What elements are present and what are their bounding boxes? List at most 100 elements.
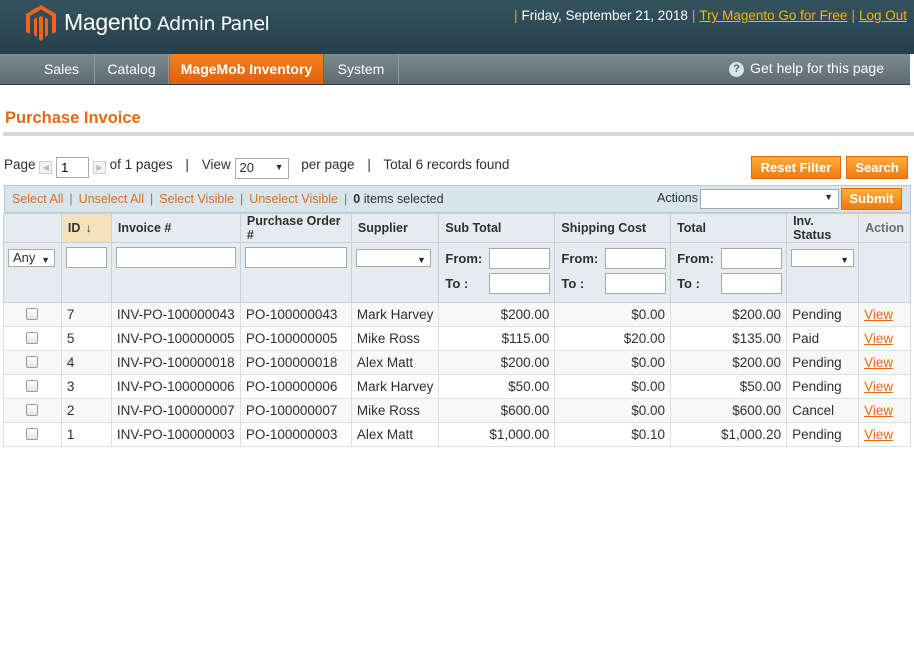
filter-row: Any From:To : From:To : From:To : [3,242,911,303]
massaction-bar: Select All | Unselect All | Select Visible | U… [4,185,911,213]
cell-invoice: INV-PO-100000003 [110,422,241,447]
column-header-supplier[interactable]: Supplier [350,213,440,243]
column-header-inv-status[interactable]: Inv. Status [786,213,860,243]
select-filter[interactable]: Any [8,249,55,268]
column-header-purchase-order[interactable]: Purchase Order # [239,213,352,243]
unselect-visible-link[interactable]: Unselect Visible [249,192,338,206]
row-checkbox[interactable] [26,308,39,320]
cell-id: 4 [60,350,112,375]
cell-invoice: INV-PO-100000007 [110,398,241,423]
row-checkbox[interactable] [26,356,39,368]
cell-id: 5 [60,326,112,351]
reset-filter-button[interactable]: Reset Filter [751,156,841,179]
table-row[interactable]: 7 INV-PO-100000043 PO-100000043 Mark Harvey… [3,302,911,327]
table-row[interactable]: 4 INV-PO-100000018 PO-100000018 Alex Matt $2… [3,350,911,375]
select-visible-link[interactable]: Select Visible [159,192,234,206]
row-checkbox[interactable] [26,380,39,392]
view-link[interactable]: View [864,331,893,346]
unselect-all-link[interactable]: Unselect All [79,192,144,206]
magento-logo-icon [26,5,56,41]
cell-select [3,374,62,399]
cell-shipping-cost: $0.00 [554,398,672,423]
search-button[interactable]: Search [846,156,908,179]
nav-item-system[interactable]: System [324,54,399,84]
cell-sub-total: $600.00 [438,398,556,423]
cell-shipping-cost: $0.00 [554,302,672,327]
column-header-id[interactable]: ID ↓ [60,213,112,243]
cell-invoice: INV-PO-100000005 [110,326,241,351]
column-header-action: Action [858,213,911,243]
per-page-select[interactable]: 20 [234,158,289,179]
view-link[interactable]: View [864,379,893,394]
cell-total: $200.00 [670,302,788,327]
shipping-cost-to-input[interactable] [605,273,667,294]
actions-select[interactable] [700,189,839,209]
cell-shipping-cost: $0.00 [554,350,672,375]
view-link[interactable]: View [864,403,893,418]
shipping-cost-from-input[interactable] [605,248,667,269]
table-row[interactable]: 1 INV-PO-100000003 PO-100000003 Alex Matt $1… [3,422,911,447]
view-link[interactable]: View [864,355,893,370]
page-number-input[interactable] [56,157,90,178]
header-links: | Friday, September 21, 2018 | Try Magento … [513,8,907,23]
view-link[interactable]: View [864,427,893,442]
cell-shipping-cost: $0.00 [554,374,672,399]
total-range-filter: From: To : [675,247,783,297]
view-link[interactable]: View [864,307,893,322]
cell-action: View [858,326,911,351]
cell-supplier: Alex Matt [350,350,440,375]
table-row[interactable]: 3 INV-PO-100000006 PO-100000006 Mark Harvey… [3,374,911,399]
sub-total-from-input[interactable] [489,248,551,269]
invoice-filter-input[interactable] [115,247,236,268]
select-all-link[interactable]: Select All [12,192,63,206]
cell-action: View [858,398,911,423]
cell-shipping-cost: $0.10 [554,422,672,447]
cell-status: Cancel [786,398,860,423]
table-row[interactable]: 5 INV-PO-100000005 PO-100000005 Mike Ross $1… [3,326,911,351]
brand-name: Magento [64,9,152,35]
cell-total: $200.00 [670,350,788,375]
nav-item-magemob-inventory[interactable]: MageMob Inventory [170,54,324,84]
table-row[interactable]: 2 INV-PO-100000007 PO-100000007 Mike Ross $6… [3,398,911,423]
cell-total: $600.00 [670,398,788,423]
sub-total-to-input[interactable] [489,273,551,294]
help-link[interactable]: ? Get help for this page [729,60,884,77]
cell-purchase-order: PO-100000006 [239,374,352,399]
nav-item-catalog[interactable]: Catalog [95,54,169,84]
cell-purchase-order: PO-100000043 [239,302,352,327]
cell-sub-total: $50.00 [438,374,556,399]
try-magento-link[interactable]: Try Magento Go for Free [699,8,847,23]
cell-sub-total: $115.00 [438,326,556,351]
cell-total: $50.00 [670,374,788,399]
status-filter-select[interactable] [791,249,855,268]
brand-title: Magento Admin Panel [64,9,270,36]
column-header-total[interactable]: Total [670,213,788,243]
cell-select [3,398,62,423]
row-checkbox[interactable] [26,332,39,344]
sub-total-range-filter: From: To : [443,247,551,297]
id-filter-input[interactable] [65,247,107,268]
cell-action: View [858,374,911,399]
row-checkbox[interactable] [26,404,39,416]
row-checkbox[interactable] [26,428,39,440]
column-header-sub-total[interactable]: Sub Total [438,213,556,243]
nav-item-sales[interactable]: Sales [29,54,95,84]
cell-supplier: Alex Matt [350,422,440,447]
total-from-input[interactable] [721,248,783,269]
column-header-invoice[interactable]: Invoice # [110,213,241,243]
column-header-shipping-cost[interactable]: Shipping Cost [554,213,672,243]
supplier-filter-select[interactable] [355,249,431,268]
previous-page-icon[interactable]: ◀ [39,161,53,174]
submit-button[interactable]: Submit [841,188,902,210]
logout-link[interactable]: Log Out [859,8,907,23]
cell-invoice: INV-PO-100000043 [110,302,241,327]
purchase-order-filter-input[interactable] [244,247,347,268]
current-date: Friday, September 21, 2018 [521,8,688,23]
total-to-input[interactable] [721,273,783,294]
next-page-icon[interactable]: ▶ [92,161,106,174]
cell-status: Pending [786,422,860,447]
cell-supplier: Mike Ross [350,398,440,423]
cell-id: 3 [60,374,112,399]
records-count: Total 6 records found [383,157,510,172]
cell-id: 7 [60,302,112,327]
